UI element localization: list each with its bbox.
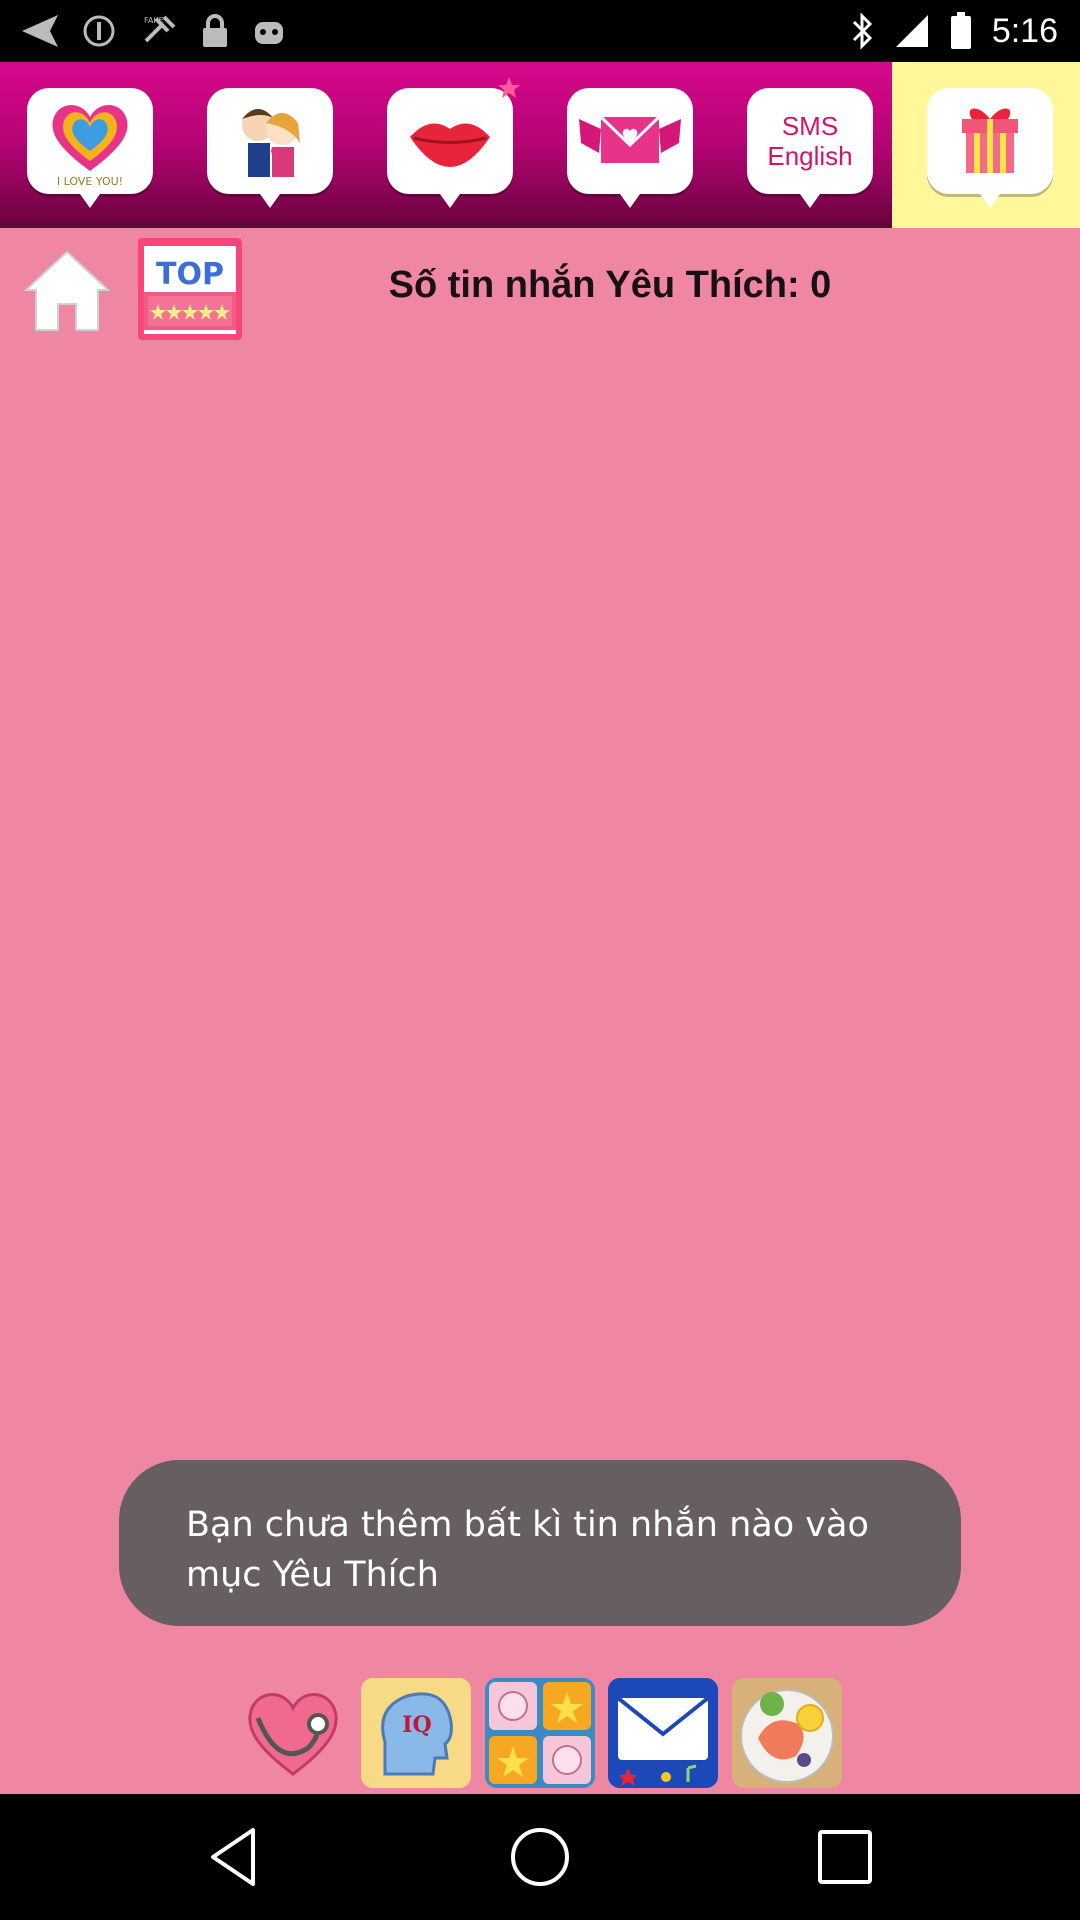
- nav-home-icon[interactable]: [507, 1824, 573, 1890]
- iq-label: IQ: [402, 1712, 431, 1738]
- heart-stethoscope-icon: [248, 1693, 338, 1776]
- mail-icon: [608, 1678, 718, 1788]
- lips-icon: [410, 123, 490, 167]
- home-icon: [23, 250, 111, 331]
- android-icon: [255, 22, 283, 44]
- signal-icon: [895, 15, 928, 47]
- love-letter-icon: [579, 115, 681, 163]
- nav-recents-icon[interactable]: [812, 1824, 878, 1890]
- info-icon: [83, 15, 115, 47]
- promo-iq-test-app[interactable]: IQ: [361, 1678, 471, 1788]
- sms-label: SMS: [781, 111, 839, 141]
- pig-puzzle-icon: [485, 1678, 595, 1788]
- lock-icon: [203, 14, 227, 47]
- nav-back-icon[interactable]: [203, 1824, 269, 1890]
- gift-icon: [962, 108, 1018, 173]
- fake-gps-icon: FAKE: [144, 15, 176, 43]
- clock: 5:16: [991, 11, 1058, 50]
- i-love-you-label: I LOVE YOU!: [57, 175, 123, 188]
- promo-mail-app[interactable]: [608, 1678, 718, 1788]
- tab-love-letter[interactable]: [567, 88, 693, 208]
- star-icon: [498, 77, 520, 98]
- svg-text:FAKE: FAKE: [144, 16, 164, 25]
- top-rated-button[interactable]: TOP: [136, 236, 244, 342]
- tab-sms-english[interactable]: SMS English: [747, 88, 873, 208]
- promo-food-app[interactable]: [732, 1678, 842, 1788]
- tab-lips[interactable]: [387, 77, 520, 208]
- navigation-bar: [0, 1794, 1080, 1920]
- promo-pig-puzzle-app[interactable]: [485, 1678, 595, 1788]
- favorite-count-label: Số tin nhắn Yêu Thích: 0: [388, 264, 832, 306]
- english-label: English: [767, 141, 853, 171]
- tab-couple[interactable]: [207, 88, 333, 208]
- category-tab-bar: I LOVE YOU! SMS English: [0, 62, 1080, 228]
- top-rated-icon: TOP: [138, 238, 242, 340]
- food-plate-icon: [732, 1678, 842, 1788]
- top-label: TOP: [156, 257, 224, 292]
- home-button[interactable]: [22, 246, 112, 336]
- battery-icon: [950, 12, 971, 49]
- tab-i-love-you[interactable]: I LOVE YOU!: [27, 88, 153, 208]
- bluetooth-icon: [852, 12, 872, 50]
- tab-gift[interactable]: [927, 88, 1053, 208]
- toast-message: Bạn chưa thêm bất kì tin nhắn nào vào mụ…: [119, 1460, 961, 1626]
- promo-heart-stethoscope-app[interactable]: [238, 1678, 348, 1788]
- status-bar: FAKE 5:16: [0, 0, 1080, 62]
- couple-icon: [242, 109, 300, 177]
- back-arrow-icon: [22, 15, 58, 47]
- heart-icon: I LOVE YOU!: [52, 105, 128, 188]
- iq-head-icon: IQ: [361, 1678, 471, 1788]
